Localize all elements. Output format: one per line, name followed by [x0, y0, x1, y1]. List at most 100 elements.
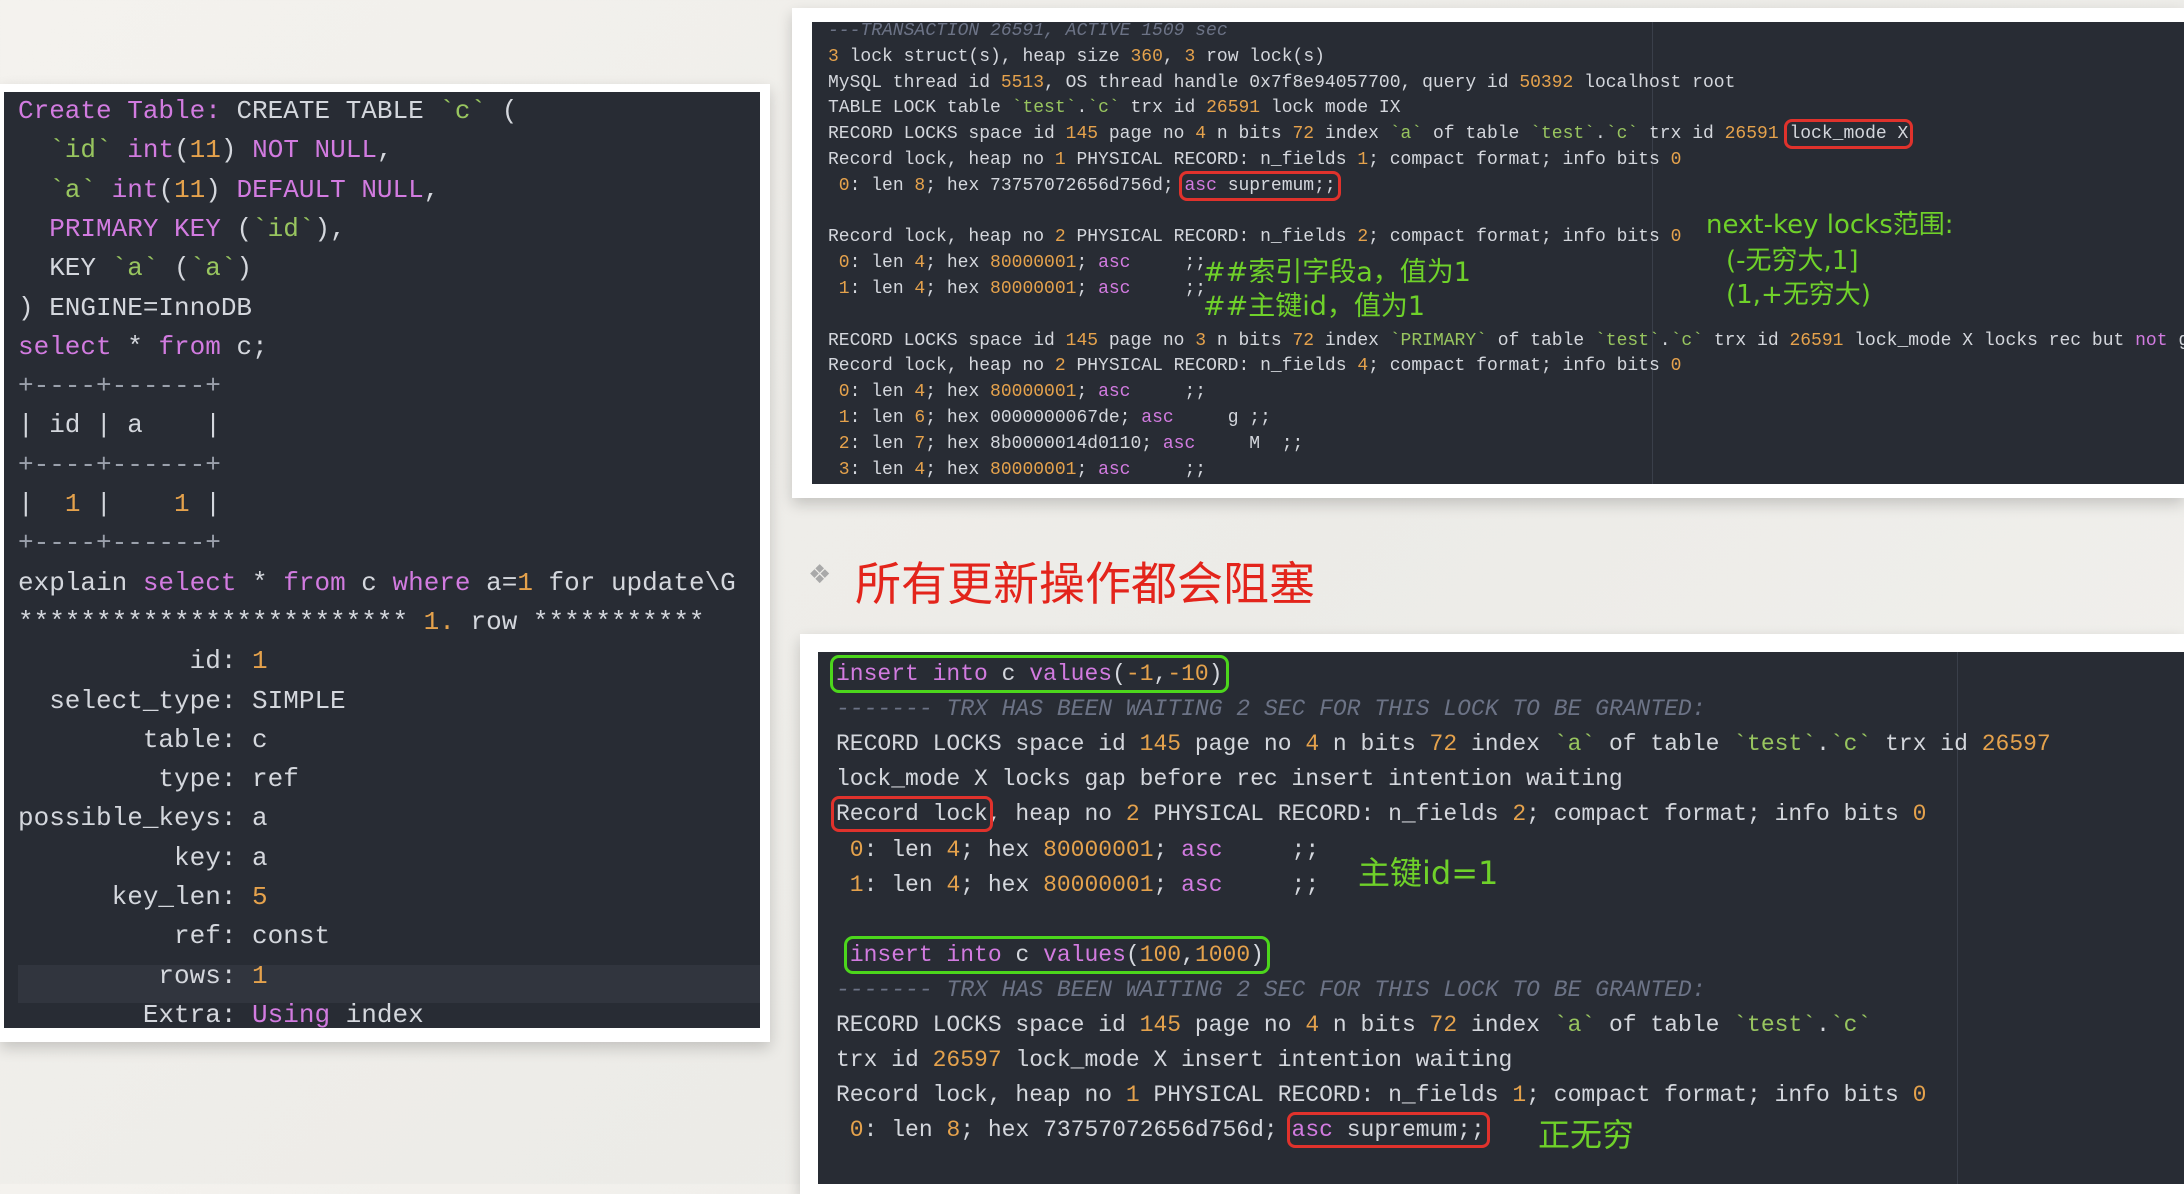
code-token: Extra:: [18, 999, 253, 1028]
code-token: 4: [914, 253, 926, 274]
code-line: trx id 26597 lock_mode X insert intentio…: [836, 1043, 1512, 1078]
code-token: `test`: [1530, 124, 1595, 145]
code-token: 80000001: [990, 459, 1077, 480]
code-token: 4: [1357, 356, 1369, 377]
code-token: `c`: [1829, 1012, 1872, 1038]
code-token: 1: [828, 408, 850, 428]
code-token: PRIMARY KEY: [49, 213, 221, 244]
code-token: Record lock, heap no: [828, 356, 1055, 377]
code-token: 4: [1305, 1012, 1320, 1038]
code-token: key: a: [18, 842, 268, 873]
code-token: ,: [1153, 661, 1168, 687]
code-token: asc: [1098, 382, 1131, 403]
code-token: 26597: [932, 1047, 1002, 1074]
code-token: 0: [836, 1117, 864, 1144]
code-token: `a`: [111, 253, 159, 284]
code-line: ---TRANSACTION 26591, ACTIVE 1509 sec: [828, 22, 1228, 44]
code-line: Create Table: CREATE TABLE `c` (: [18, 92, 517, 131]
code-token: 80000001: [990, 253, 1077, 274]
code-token: n bits: [1319, 1012, 1430, 1038]
diamond-bullet-icon: ❖: [808, 560, 832, 590]
code-line: key: a: [18, 839, 268, 878]
code-token: `test`: [1733, 1012, 1817, 1038]
code-token: 4: [946, 871, 961, 898]
code-token: 1: [64, 489, 81, 519]
code-token: where: [392, 567, 471, 598]
code-token: lock struct(s), heap size: [838, 46, 1131, 67]
code-token: 145: [1065, 124, 1099, 145]
code-token: 2: [1357, 227, 1369, 248]
code-token: 72: [1292, 330, 1315, 351]
code-token: page no: [1181, 1012, 1306, 1038]
code-token: n bits: [1206, 330, 1293, 351]
annotation-primary-key-1: 主键id=1: [1358, 854, 1499, 892]
code-line: Record lock, heap no 2 PHYSICAL RECORD: …: [831, 796, 1927, 833]
code-token: ;: [1076, 279, 1099, 299]
code-token: Record lock, heap no: [836, 1082, 1126, 1109]
code-token: index: [330, 999, 424, 1028]
code-line: select_type: SIMPLE: [18, 682, 345, 721]
code-line: 1: len 4; hex 80000001; asc ;;: [836, 868, 1319, 903]
code-token: ; hex: [925, 253, 991, 274]
code-line: 3: len 4; hex 80000001; asc ;;: [828, 457, 1206, 483]
code-token: index: [1457, 731, 1554, 758]
red-highlight-box: asc supremum;;: [1179, 170, 1341, 201]
code-line: ) ENGINE=InnoDB: [18, 289, 252, 328]
code-token: 0: [1670, 356, 1682, 377]
code-token: ): [205, 174, 237, 205]
code-token: ;: [1076, 253, 1099, 274]
code-token: trx id: [1871, 731, 1982, 758]
code-line: ************************* 1. row *******…: [18, 603, 705, 642]
code-token: 1: [517, 567, 533, 598]
code-token: 2: [1054, 356, 1066, 377]
code-token: 11: [189, 135, 221, 166]
code-token: 4: [1305, 731, 1320, 758]
code-token: 1: [252, 646, 268, 677]
code-token: 80000001: [990, 382, 1077, 403]
code-token: 0: [1912, 801, 1927, 828]
code-token: , heap no: [987, 801, 1126, 828]
code-token: 26597: [1981, 731, 2051, 758]
code-token: row ***********: [454, 606, 705, 637]
code-token: 3: [828, 459, 850, 480]
code-token: *: [111, 331, 159, 362]
code-token: : len: [849, 459, 915, 480]
code-token: PHYSICAL RECORD: n_fields: [1139, 801, 1513, 828]
code-token: | id | a |: [18, 410, 221, 441]
code-line: 3 lock struct(s), heap size 360, 3 row l…: [828, 44, 1325, 70]
code-token: 0: [1912, 1082, 1927, 1109]
code-token: ;;: [1130, 459, 1207, 480]
code-token: lock_mode X: [1789, 124, 1909, 145]
code-token: 145: [1065, 330, 1099, 351]
red-highlight-box: Record lock: [831, 796, 993, 833]
code-token: trx id: [1119, 98, 1207, 119]
code-token: lock_mode X insert intention waiting: [1001, 1047, 1513, 1074]
code-token: insert into: [849, 941, 1002, 968]
code-token: -1: [1125, 661, 1154, 687]
code-token: : len: [849, 279, 915, 299]
code-token: ;;: [1130, 279, 1207, 299]
code-line: explain select * from c where a=1 for up…: [18, 564, 736, 603]
code-token: ;: [1076, 382, 1099, 403]
code-token: .: [1076, 98, 1088, 119]
code-token: page no: [1098, 124, 1196, 145]
code-line: type: ref: [18, 760, 298, 799]
annotation-range-title: next-key locks范围:: [1706, 210, 1954, 240]
code-token: 5513: [1000, 72, 1045, 93]
code-token: index: [1457, 1012, 1554, 1038]
code-token: 0: [1670, 227, 1682, 248]
code-line: Record lock, heap no 2 PHYSICAL RECORD: …: [828, 224, 1681, 250]
code-token: ---TRANSACTION 26591, ACTIVE 1509 sec: [828, 22, 1228, 41]
code-token: `c`: [1670, 330, 1704, 351]
code-token: CREATE TABLE: [220, 96, 440, 126]
innodb-status-lock-terminal: ---TRANSACTION 26591, ACTIVE 1509 sec 3 l…: [812, 22, 2184, 484]
code-token: .: [1816, 731, 1830, 758]
code-token: asc: [1098, 459, 1131, 480]
code-line: 0: len 4; hex 80000001; asc ;;: [828, 250, 1206, 276]
code-line: RECORD LOCKS space id 145 page no 4 n bi…: [828, 119, 1914, 150]
code-token: localhost root: [1573, 72, 1736, 93]
code-line: `id` int(11) NOT NULL,: [18, 131, 392, 170]
code-token: `test`: [1011, 98, 1077, 119]
